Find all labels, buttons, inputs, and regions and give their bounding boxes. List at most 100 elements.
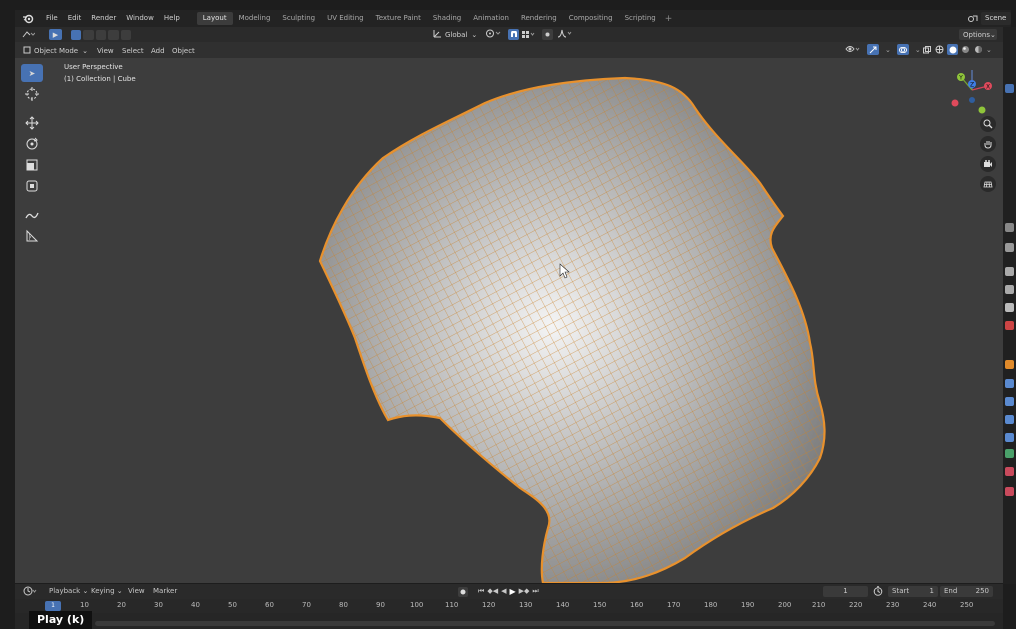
select-box-tool[interactable]: ➤	[21, 64, 43, 82]
tab-data-icon[interactable]	[1005, 449, 1014, 458]
tab-texture-paint[interactable]: Texture Paint	[370, 12, 427, 25]
rotate-tool[interactable]	[21, 135, 43, 153]
gizmo-toggle-icon[interactable]	[867, 44, 879, 55]
falloff-icon[interactable]	[557, 29, 573, 40]
jump-start-icon[interactable]: ⏮	[478, 586, 484, 597]
menu-playback[interactable]: Playback ⌄	[49, 586, 88, 597]
mode-extend-icon[interactable]	[83, 29, 94, 40]
tab-active-tool-icon[interactable]	[1005, 223, 1014, 232]
tab-modifiers-icon[interactable]	[1005, 379, 1014, 388]
overlays-toggle-icon[interactable]	[896, 44, 909, 55]
jump-end-icon[interactable]: ⏭	[532, 586, 538, 597]
tab-layout[interactable]: Layout	[196, 12, 233, 25]
timeline-ruler[interactable]: 1 10 20 30 40 50 60 70 80 90 100 110 120…	[15, 599, 1003, 613]
tab-rendering[interactable]: Rendering	[515, 12, 563, 25]
tab-modeling[interactable]: Modeling	[233, 12, 277, 25]
pan-button[interactable]	[980, 136, 996, 152]
tab-animation[interactable]: Animation	[467, 12, 515, 25]
move-tool[interactable]	[21, 114, 43, 132]
wireframe-shading-icon[interactable]	[934, 44, 945, 55]
mesh-object[interactable]	[15, 58, 1003, 583]
menu-render[interactable]: Render	[86, 10, 121, 27]
projection-toggle-button[interactable]	[980, 176, 996, 192]
current-frame-field[interactable]: 1	[823, 586, 868, 597]
menu-object[interactable]: Object	[172, 45, 195, 56]
tab-world-icon[interactable]	[1005, 321, 1014, 330]
mode-selector[interactable]: Object Mode ⌄	[23, 45, 88, 56]
tab-texture-icon[interactable]	[1005, 487, 1014, 496]
material-shading-icon[interactable]	[960, 44, 971, 55]
menu-file[interactable]: File	[41, 10, 63, 27]
editor-type-button[interactable]	[21, 29, 36, 40]
tab-tool-icon[interactable]	[1005, 84, 1014, 93]
snap-target-icon[interactable]	[521, 29, 535, 40]
tab-constraints-icon[interactable]	[1005, 433, 1014, 442]
viewport-canvas[interactable]	[15, 58, 1003, 583]
tab-physics-icon[interactable]	[1005, 415, 1014, 424]
current-frame-indicator[interactable]: 1	[45, 601, 61, 611]
menu-view[interactable]: View	[97, 45, 114, 56]
scale-tool[interactable]	[21, 156, 43, 174]
menu-add[interactable]: Add	[151, 45, 165, 56]
proportional-edit-icon[interactable]	[542, 29, 553, 40]
measure-tool[interactable]	[21, 227, 43, 245]
transform-orientation[interactable]: Global ⌄	[433, 29, 477, 40]
transform-tool[interactable]	[21, 177, 43, 195]
visibility-icon[interactable]	[845, 44, 861, 56]
ruler-tick: 250	[960, 601, 974, 609]
mode-subtract-icon[interactable]	[95, 29, 107, 40]
tab-object-icon[interactable]	[1005, 360, 1014, 369]
menu-timeline-view[interactable]: View	[128, 586, 145, 597]
timeline-scrollbar[interactable]	[95, 621, 995, 626]
mode-invert-icon[interactable]	[108, 29, 119, 40]
tab-view-layer-icon[interactable]	[1005, 285, 1014, 294]
mode-new-icon[interactable]	[71, 29, 82, 40]
jump-keyframe-forward-icon[interactable]: ▶◆	[519, 586, 530, 597]
zoom-button[interactable]	[980, 116, 996, 132]
timeline-editor-type-icon[interactable]	[23, 586, 37, 597]
tab-material-icon[interactable]	[1005, 467, 1014, 476]
solid-shading-icon[interactable]	[947, 44, 958, 55]
properties-panel-edge[interactable]	[1003, 27, 1016, 584]
start-frame-field[interactable]: Start 1	[888, 586, 938, 597]
snap-toggle-icon[interactable]	[508, 29, 519, 40]
pivot-point-button[interactable]	[485, 29, 501, 40]
camera-view-button[interactable]	[980, 156, 996, 172]
play-reverse-icon[interactable]: ◀	[501, 586, 506, 597]
menu-marker[interactable]: Marker	[153, 586, 177, 597]
rendered-shading-icon[interactable]	[973, 44, 984, 55]
select-tool-button[interactable]: ▶	[49, 29, 62, 40]
menu-keying[interactable]: Keying ⌄	[91, 586, 123, 597]
tab-shading[interactable]: Shading	[427, 12, 467, 25]
add-workspace-button[interactable]: +	[665, 14, 673, 24]
cursor-tool[interactable]	[21, 85, 43, 103]
blender-logo-icon[interactable]	[21, 12, 35, 26]
chevron-down-icon[interactable]: ⌄	[986, 46, 992, 54]
tab-render-icon[interactable]	[1005, 243, 1014, 252]
annotate-tool[interactable]	[21, 206, 43, 224]
3d-viewport[interactable]: User Perspective (1) Collection | Cube ➤	[15, 58, 1003, 583]
menu-window[interactable]: Window	[121, 10, 159, 27]
options-dropdown[interactable]: Options ⌄	[959, 29, 997, 40]
tab-scripting[interactable]: Scripting	[619, 12, 662, 25]
menu-select[interactable]: Select	[122, 45, 144, 56]
menu-edit[interactable]: Edit	[63, 10, 87, 27]
menu-help[interactable]: Help	[159, 10, 185, 27]
use-preview-range-icon[interactable]	[873, 586, 883, 597]
end-frame-field[interactable]: End 250	[940, 586, 993, 597]
mode-intersect-icon[interactable]	[120, 29, 132, 40]
tab-scene-icon[interactable]	[1005, 303, 1014, 312]
scene-selector[interactable]: Scene	[965, 12, 1011, 25]
tab-uv-editing[interactable]: UV Editing	[321, 12, 370, 25]
tab-particles-icon[interactable]	[1005, 397, 1014, 406]
tab-sculpting[interactable]: Sculpting	[276, 12, 321, 25]
play-button[interactable]: ▶	[509, 586, 515, 597]
navigation-gizmo[interactable]: Z X Y	[947, 66, 997, 114]
chevron-down-icon[interactable]: ⌄	[915, 46, 921, 54]
jump-keyframe-back-icon[interactable]: ◆◀	[487, 586, 498, 597]
chevron-down-icon[interactable]: ⌄	[885, 46, 891, 54]
xray-toggle-icon[interactable]	[921, 44, 932, 55]
tab-compositing[interactable]: Compositing	[563, 12, 619, 25]
auto-keying-button[interactable]	[458, 586, 468, 597]
tab-output-icon[interactable]	[1005, 267, 1014, 276]
